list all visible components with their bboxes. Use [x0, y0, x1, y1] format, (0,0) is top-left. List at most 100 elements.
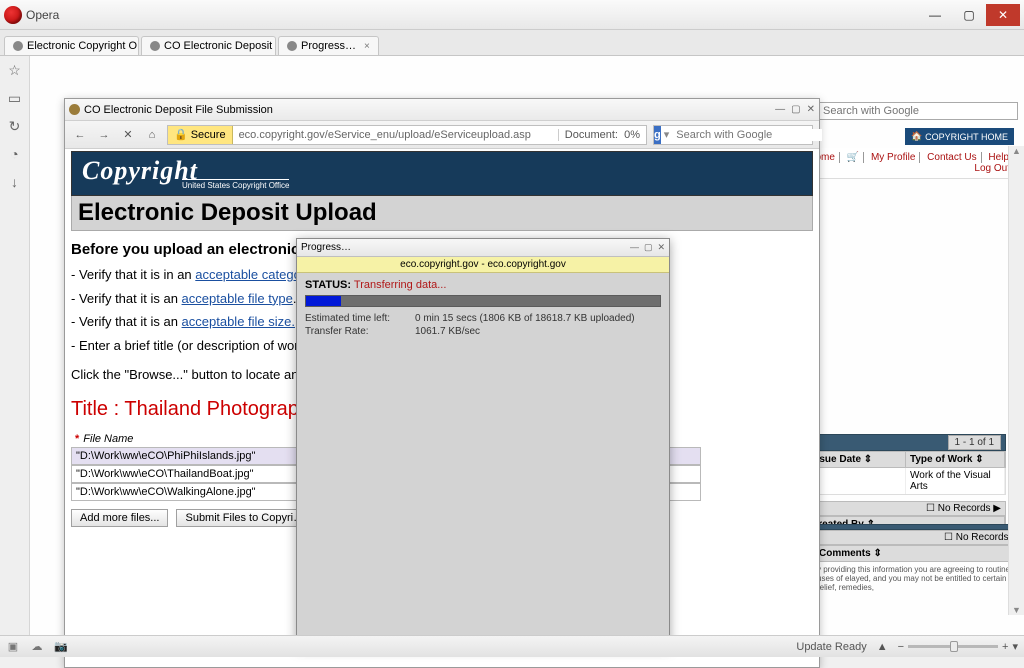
link-contact-us[interactable]: Contact Us	[923, 152, 981, 163]
link-my-profile[interactable]: My Profile	[867, 152, 920, 163]
opera-title: Opera	[26, 8, 918, 22]
status-bar: ▣ ☁ 📷 Update Ready ▲ − + ▾	[0, 635, 1024, 657]
scrollbar-vertical[interactable]	[1008, 146, 1024, 615]
eco-page-right: 🏠 COPYRIGHT HOME Home 🛒 My Profile Conta…	[794, 56, 1024, 635]
submit-files-button[interactable]: Submit Files to Copyri…	[176, 509, 313, 527]
cloud-icon[interactable]: ☁	[30, 640, 44, 654]
progress-maximize-button[interactable]: ▢	[644, 242, 653, 253]
favicon-icon	[150, 41, 160, 51]
favicon-icon	[287, 41, 297, 51]
search-input[interactable]	[672, 129, 822, 141]
inner-nav-bar: ← → ✕ ⌂ 🔒 Secure eco.copyright.gov/eServ…	[65, 121, 819, 149]
tab-electronic-copyright[interactable]: Electronic Copyright O… ×	[4, 36, 139, 55]
rate-label: Transfer Rate:	[305, 326, 415, 337]
progress-title-bar[interactable]: Progress… — ▢ ✕	[297, 239, 669, 257]
progress-url: eco.copyright.gov - eco.copyright.gov	[297, 257, 669, 273]
progress-meta: Estimated time left:0 min 15 secs (1806 …	[297, 313, 669, 337]
progress-minimize-button[interactable]: —	[630, 242, 639, 253]
zoom-out-icon[interactable]: −	[898, 641, 904, 653]
note-icon[interactable]: ▭	[7, 90, 23, 106]
page-title: Electronic Deposit Upload	[71, 196, 813, 231]
tab-label: Progress…	[301, 40, 356, 52]
result-bar: 1 - 1 of 1	[806, 434, 1006, 451]
progress-bar	[305, 295, 661, 307]
address-bar[interactable]: 🔒 Secure eco.copyright.gov/eService_enu/…	[167, 125, 647, 145]
inner-maximize-button[interactable]: ▢	[791, 104, 800, 115]
secure-badge: 🔒 Secure	[168, 126, 233, 144]
fineprint: y providing this information you are agr…	[814, 562, 1024, 595]
zoom-in-icon[interactable]: +	[1002, 641, 1008, 653]
document-progress: Document: 0%	[558, 129, 646, 141]
copyright-home-button[interactable]: 🏠 COPYRIGHT HOME	[905, 128, 1014, 145]
progress-fill	[306, 296, 341, 306]
col-type-of-work[interactable]: Type of Work ⇕	[906, 452, 1005, 467]
inner-window-title: CO Electronic Deposit File Submission	[84, 104, 273, 116]
copyright-logo-bar: Copyright United States Copyright Office	[71, 151, 813, 196]
page-viewport: 🏠 COPYRIGHT HOME Home 🛒 My Profile Conta…	[30, 56, 1024, 635]
inner-minimize-button[interactable]: —	[775, 104, 785, 115]
chevron-up-icon[interactable]: ▲	[877, 641, 888, 653]
table-row[interactable]: Work of the Visual Arts	[806, 468, 1006, 495]
link-acceptable-file-type[interactable]: acceptable file type	[182, 291, 293, 306]
opera-title-bar: Opera — ▢ ✕	[0, 0, 1024, 30]
inner-title-bar[interactable]: CO Electronic Deposit File Submission — …	[65, 99, 819, 121]
opera-sidebar: ☆ ▭ ↻ ◔ ↓	[0, 56, 30, 635]
cell-issue-date	[807, 468, 906, 494]
stop-button[interactable]: ✕	[119, 126, 137, 144]
window-minimize-button[interactable]: —	[918, 4, 952, 26]
copyright-subtitle: United States Copyright Office	[182, 179, 289, 190]
window-maximize-button[interactable]: ▢	[952, 4, 986, 26]
comments-panel: ☐ No Records ▶ Comments ⇕ y providing th…	[814, 516, 1024, 595]
tab-co-electronic-deposit[interactable]: CO Electronic Deposit … ×	[141, 36, 276, 55]
eta-value: 0 min 15 secs (1806 KB of 18618.7 KB upl…	[415, 313, 635, 324]
result-count: 1 - 1 of 1	[948, 435, 1001, 450]
result-columns: Issue Date ⇕ Type of Work ⇕	[806, 451, 1006, 468]
rate-value: 1061.7 KB/sec	[415, 326, 480, 337]
tab-label: Electronic Copyright O…	[27, 40, 139, 52]
add-more-files-button[interactable]: Add more files...	[71, 509, 168, 527]
progress-status-value: Transferring data...	[354, 279, 447, 291]
star-icon[interactable]: ☆	[7, 62, 23, 78]
opera-search	[818, 102, 1018, 120]
cell-type-of-work: Work of the Visual Arts	[906, 468, 1005, 494]
chevron-down-icon[interactable]: ▾	[661, 128, 673, 141]
panel-icon[interactable]: ▣	[6, 640, 20, 654]
progress-title: Progress…	[301, 242, 351, 253]
forward-button[interactable]: →	[95, 126, 113, 144]
zoom-slider[interactable]: − + ▾	[898, 640, 1018, 653]
favicon-icon	[13, 41, 23, 51]
progress-dialog: Progress… — ▢ ✕ eco.copyright.gov - eco.…	[296, 238, 670, 648]
zoom-knob[interactable]	[950, 641, 958, 652]
window-close-button[interactable]: ✕	[986, 4, 1020, 26]
camera-icon[interactable]: 📷	[54, 640, 68, 654]
google-icon[interactable]: g	[654, 126, 661, 144]
zoom-chevron-icon[interactable]: ▾	[1012, 640, 1018, 653]
no-records-bar: ☐ No Records ▶	[806, 501, 1006, 516]
clock-icon[interactable]: ◔	[7, 146, 23, 162]
update-ready-label[interactable]: Update Ready	[796, 641, 866, 653]
tab-label: CO Electronic Deposit …	[164, 40, 276, 52]
cart-icon[interactable]: 🛒	[843, 152, 864, 163]
progress-close-button[interactable]: ✕	[657, 242, 665, 253]
opera-logo-icon	[4, 6, 22, 24]
inner-search: g▾	[653, 125, 813, 145]
progress-status: STATUS: Transferring data...	[297, 273, 669, 293]
close-icon[interactable]: ×	[364, 41, 370, 52]
col-issue-date[interactable]: Issue Date ⇕	[807, 452, 906, 467]
refresh-icon[interactable]: ↻	[7, 118, 23, 134]
tab-progress[interactable]: Progress… ×	[278, 36, 379, 55]
no-records-bar: ☐ No Records ▶	[814, 530, 1024, 545]
home-button[interactable]: ⌂	[143, 126, 161, 144]
link-acceptable-file-size[interactable]: acceptable file size.	[182, 314, 295, 329]
url-text: eco.copyright.gov/eService_enu/upload/eS…	[233, 129, 558, 141]
link-acceptable-category[interactable]: acceptable category	[195, 267, 311, 282]
back-button[interactable]: ←	[71, 126, 89, 144]
eta-label: Estimated time left:	[305, 313, 415, 324]
search-input[interactable]	[818, 102, 1018, 120]
tab-strip: Electronic Copyright O… × CO Electronic …	[0, 30, 1024, 56]
download-icon[interactable]: ↓	[7, 174, 23, 190]
favicon-icon	[69, 104, 80, 115]
copyright-home-label: COPYRIGHT HOME	[925, 132, 1008, 142]
inner-close-button[interactable]: ✕	[807, 104, 815, 115]
window-buttons: — ▢ ✕	[918, 4, 1020, 26]
